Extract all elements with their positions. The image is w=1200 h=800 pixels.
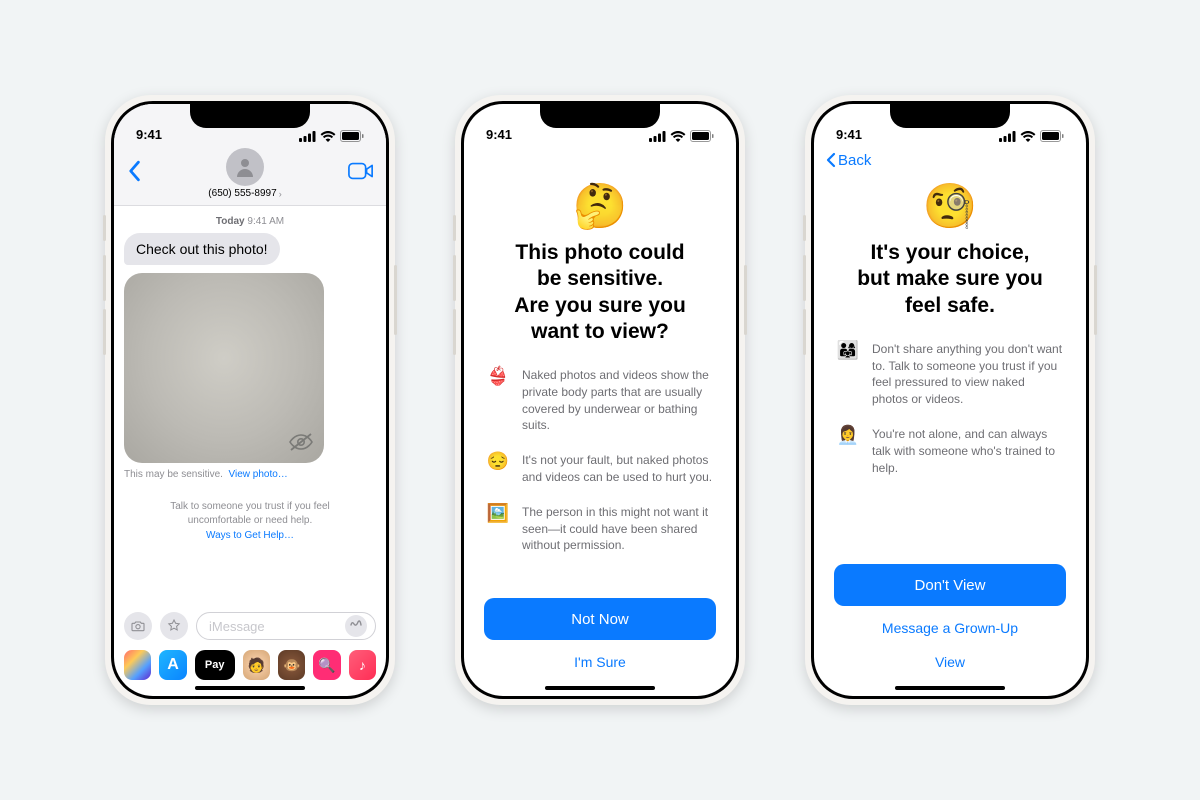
compose-bar: iMessage xyxy=(114,606,386,644)
notch xyxy=(890,104,1010,128)
phone-messages: 9:41 (650) 555-8997› Toda xyxy=(105,95,395,705)
app-photos-icon[interactable] xyxy=(124,650,151,680)
app-memoji-icon[interactable]: 🧑 xyxy=(243,650,270,680)
status-time: 9:41 xyxy=(136,127,162,142)
point-item: 😔 It's not your fault, but naked photos … xyxy=(486,452,714,486)
app-appstore-icon[interactable]: A xyxy=(159,650,186,680)
input-placeholder: iMessage xyxy=(209,619,265,634)
blurred-photo[interactable] xyxy=(124,273,324,463)
phone-confirm-sheet: 9:41 Back 🧐 It's your choice, but make s… xyxy=(805,95,1095,705)
monocle-emoji-icon: 🧐 xyxy=(923,180,978,232)
point-text: Naked photos and videos show the private… xyxy=(522,367,714,434)
messages-header: (650) 555-8997› xyxy=(114,144,386,206)
nav-bar xyxy=(464,144,736,176)
cellular-icon xyxy=(299,131,316,142)
back-button[interactable] xyxy=(126,160,142,187)
dont-view-button[interactable]: Don't View xyxy=(834,564,1066,606)
battery-icon xyxy=(690,130,714,142)
contact-label: (650) 555-8997 xyxy=(208,188,276,199)
eye-off-icon xyxy=(288,429,314,455)
point-text: You're not alone, and can always talk wi… xyxy=(872,426,1064,476)
apps-button[interactable] xyxy=(160,612,188,640)
cellular-icon xyxy=(649,131,666,142)
family-icon: 👨‍👩‍👧 xyxy=(836,341,860,361)
view-photo-link[interactable]: View photo… xyxy=(229,469,288,480)
notch xyxy=(190,104,310,128)
point-text: It's not your fault, but naked photos an… xyxy=(522,452,714,486)
warning-actions: Not Now I'm Sure xyxy=(464,598,736,696)
wifi-icon xyxy=(670,131,686,142)
confirm-points: 👨‍👩‍👧 Don't share anything you don't wan… xyxy=(836,341,1064,477)
not-now-button[interactable]: Not Now xyxy=(484,598,716,640)
sad-emoji-icon: 😔 xyxy=(486,452,510,472)
battery-icon xyxy=(1040,130,1064,142)
confirm-title: It's your choice, but make sure you feel… xyxy=(857,240,1043,319)
warning-points: 👙 Naked photos and videos show the priva… xyxy=(486,367,714,554)
status-time: 9:41 xyxy=(836,127,862,142)
cellular-icon xyxy=(999,131,1016,142)
nav-bar: Back xyxy=(814,144,1086,176)
point-text: The person in this might not want it see… xyxy=(522,504,714,554)
view-button[interactable]: View xyxy=(834,650,1066,674)
incoming-message[interactable]: Check out this photo! xyxy=(124,233,280,265)
notch xyxy=(540,104,660,128)
point-item: 🖼️ The person in this might not want it … xyxy=(486,504,714,554)
sensitive-caption: This may be sensitive. View photo… xyxy=(124,469,376,480)
im-sure-button[interactable]: I'm Sure xyxy=(484,650,716,674)
chevron-right-icon: › xyxy=(279,189,282,199)
message-thread[interactable]: Today 9:41 AM Check out this photo! This… xyxy=(114,206,386,606)
thinking-emoji-icon: 🤔 xyxy=(573,180,628,232)
camera-button[interactable] xyxy=(124,612,152,640)
point-item: 👙 Naked photos and videos show the priva… xyxy=(486,367,714,434)
status-time: 9:41 xyxy=(486,127,512,142)
point-text: Don't share anything you don't want to. … xyxy=(872,341,1064,408)
confirm-actions: Don't View Message a Grown-Up View xyxy=(814,564,1086,696)
app-images-icon[interactable]: 🔍 xyxy=(313,650,340,680)
facetime-button[interactable] xyxy=(348,161,374,186)
app-applepay-icon[interactable]: Pay xyxy=(195,650,235,680)
home-indicator[interactable] xyxy=(895,686,1005,690)
picture-icon: 🖼️ xyxy=(486,504,510,524)
dictation-button[interactable] xyxy=(345,615,367,637)
avatar xyxy=(226,148,264,186)
helper-icon: 👩‍💼 xyxy=(836,426,860,446)
wifi-icon xyxy=(320,131,336,142)
point-item: 👩‍💼 You're not alone, and can always tal… xyxy=(836,426,1064,476)
wifi-icon xyxy=(1020,131,1036,142)
battery-icon xyxy=(340,130,364,142)
warning-body: 🤔 This photo could be sensitive. Are you… xyxy=(464,176,736,598)
home-indicator[interactable] xyxy=(195,686,305,690)
message-input[interactable]: iMessage xyxy=(196,612,376,640)
message-grownup-button[interactable]: Message a Grown-Up xyxy=(834,616,1066,640)
back-button[interactable]: Back xyxy=(826,152,871,169)
home-indicator[interactable] xyxy=(545,686,655,690)
bikini-icon: 👙 xyxy=(486,367,510,387)
contact-header[interactable]: (650) 555-8997› xyxy=(208,148,281,199)
thread-timestamp: Today 9:41 AM xyxy=(124,216,376,227)
app-music-icon[interactable]: ♪ xyxy=(349,650,376,680)
warning-title: This photo could be sensitive. Are you s… xyxy=(514,240,686,345)
ways-to-get-help-link[interactable]: Ways to Get Help… xyxy=(124,530,376,541)
help-text: Talk to someone you trust if you feel un… xyxy=(124,500,376,528)
app-animoji-icon[interactable]: 🐵 xyxy=(278,650,305,680)
phone-warning-sheet: 9:41 🤔 This photo could be sensitive. Ar… xyxy=(455,95,745,705)
back-label: Back xyxy=(838,152,871,169)
point-item: 👨‍👩‍👧 Don't share anything you don't wan… xyxy=(836,341,1064,408)
confirm-body: 🧐 It's your choice, but make sure you fe… xyxy=(814,176,1086,564)
